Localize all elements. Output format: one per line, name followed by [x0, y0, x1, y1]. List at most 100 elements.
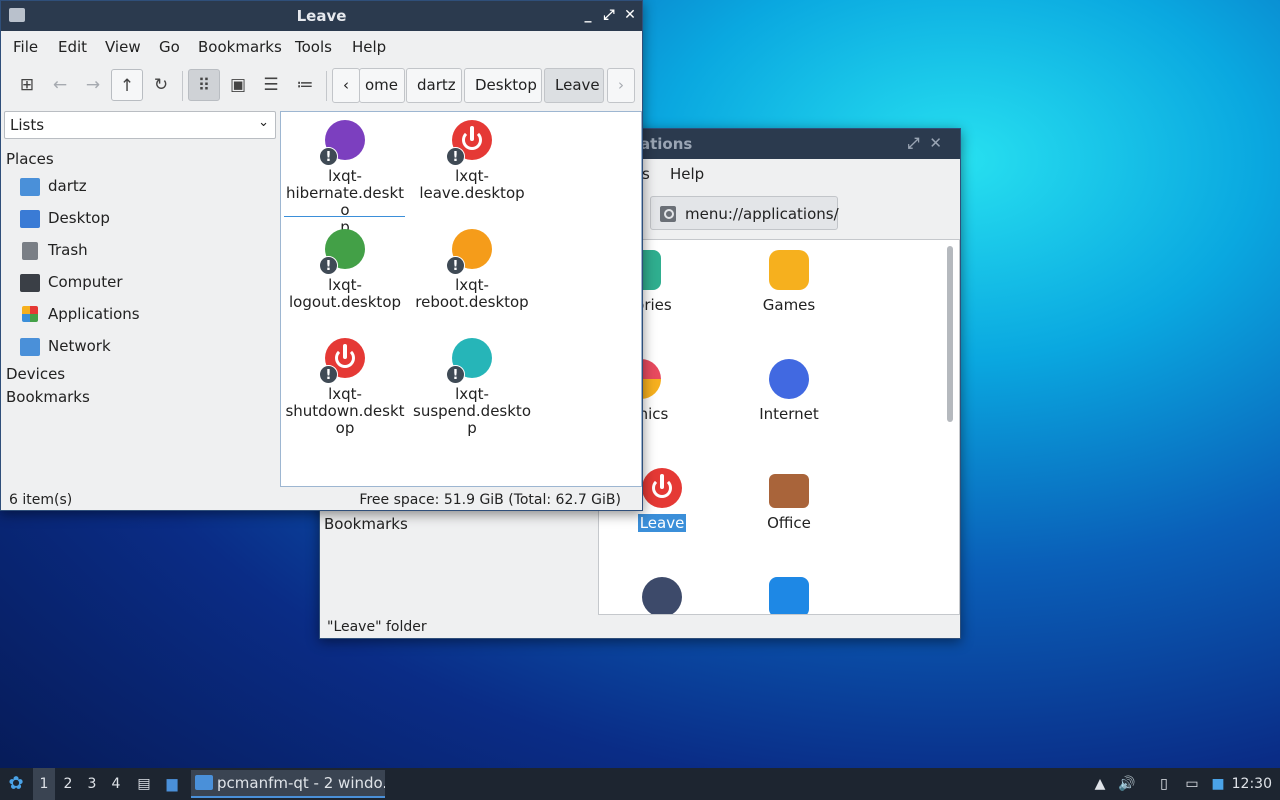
file-view[interactable]: ! lxqt- hibernate.deskto p ! lxqt- leave…	[280, 111, 642, 487]
breadcrumb-leave[interactable]: Leave	[544, 68, 604, 103]
warning-badge-icon: !	[319, 147, 338, 166]
app-internet[interactable]: Internet	[729, 359, 849, 423]
applications-grid[interactable]: essories Games raphics Internet Leave Of…	[598, 239, 960, 615]
close-button[interactable]: ✕	[620, 5, 640, 25]
menu-help[interactable]: Help	[352, 38, 386, 56]
file-name: lxqt- logout.desktop	[284, 277, 406, 311]
thumbnail-view-button[interactable]: ▣	[222, 69, 254, 101]
vertical-scrollbar[interactable]	[947, 246, 953, 422]
hibernate-icon: !	[319, 120, 365, 166]
compact-view-button[interactable]: ☰	[255, 69, 287, 101]
forward-button[interactable]: →	[77, 69, 109, 101]
file-item[interactable]: ! lxqt- logout.desktop	[284, 221, 406, 311]
workspace-3[interactable]: 3	[81, 768, 103, 800]
trash-icon	[22, 242, 38, 260]
internet-icon	[769, 359, 809, 399]
warning-badge-icon: !	[446, 256, 465, 275]
up-button[interactable]: ↑	[111, 69, 143, 101]
new-tab-button[interactable]: ⊞	[11, 69, 43, 101]
file-name-line: lxqt-	[455, 276, 489, 294]
menu-go[interactable]: Go	[159, 38, 180, 56]
back-button[interactable]: ←	[44, 69, 76, 101]
breadcrumb-dartz[interactable]: dartz	[406, 68, 462, 103]
app-other[interactable]	[602, 577, 722, 614]
sidebar-item-label: Network	[48, 337, 111, 355]
sidebar-item-label: Desktop	[48, 209, 110, 227]
desktop-icon	[20, 210, 40, 228]
selection-underline	[284, 216, 405, 217]
warning-badge-icon: !	[319, 256, 338, 275]
breadcrumb-scroll-left[interactable]: ‹	[332, 68, 360, 103]
menu-edit[interactable]: Edit	[58, 38, 87, 56]
show-desktop-icon[interactable]: ▆	[160, 768, 184, 800]
item-count: 6 item(s)	[9, 492, 73, 508]
volume-icon[interactable]: 🔊	[1117, 768, 1137, 800]
warning-badge-icon: !	[446, 147, 465, 166]
file-item[interactable]: ! lxqt- hibernate.deskto p	[284, 112, 406, 236]
clock[interactable]: 12:30	[1232, 768, 1272, 800]
file-item[interactable]: ! lxqt- reboot.desktop	[411, 221, 533, 311]
chevron-down-icon: ⌄	[258, 115, 269, 130]
file-name-line: lxqt-	[328, 167, 362, 185]
side-pane-mode-select[interactable]: Lists ⌄	[4, 111, 276, 139]
clipboard-icon[interactable]: ▯	[1154, 768, 1174, 800]
workspace-2[interactable]: 2	[57, 768, 79, 800]
lxqt-menu-icon[interactable]: ✿	[4, 768, 28, 800]
breadcrumb-scroll-right[interactable]: ›	[607, 68, 635, 103]
menu-tools[interactable]: Tools	[295, 38, 332, 56]
app-label: Internet	[759, 405, 819, 423]
app-settings[interactable]	[729, 577, 849, 614]
window-title: ations	[640, 135, 693, 153]
breadcrumb-home[interactable]: ome	[359, 68, 405, 103]
workspace-1[interactable]: 1	[33, 768, 55, 800]
other-icon	[642, 577, 682, 614]
leave-icon	[642, 468, 682, 508]
file-item[interactable]: ! lxqt- suspend.desktop	[411, 330, 533, 437]
devices-heading[interactable]: Devices	[6, 365, 65, 383]
workspace-4[interactable]: 4	[105, 768, 127, 800]
menu-file[interactable]: File	[13, 38, 38, 56]
file-item[interactable]: ! lxqt- leave.desktop	[411, 112, 533, 202]
taskbar: ✿ 1 2 3 4 ▤ ▆ pcmanfm-qt - 2 windo... ▲ …	[0, 768, 1280, 800]
menu-help[interactable]: Help	[670, 165, 704, 183]
file-name-line: op	[335, 419, 355, 437]
file-name-line: hibernate.deskto	[285, 184, 405, 219]
office-icon	[769, 474, 809, 508]
window-controls[interactable]: ⤢✕	[907, 134, 952, 152]
warning-badge-icon: !	[446, 365, 465, 384]
menu-view[interactable]: View	[105, 38, 141, 56]
leave-window[interactable]: Leave _ ⤢ ✕ File Edit View Go Bookmarks …	[0, 0, 643, 511]
menu-bookmarks[interactable]: Bookmarks	[198, 38, 282, 56]
tray-expand-icon[interactable]: ▲	[1090, 768, 1110, 800]
file-manager-launcher-icon[interactable]: ▤	[133, 768, 155, 800]
app-games[interactable]: Games	[729, 250, 849, 314]
side-pane: Lists ⌄ Places dartz Desktop Trash Compu…	[4, 111, 278, 487]
icon-view-button[interactable]: ⠿	[188, 69, 220, 101]
desktop: ations ⤢✕ s Help menu://applications/ Bo…	[0, 0, 1280, 800]
breadcrumb-desktop[interactable]: Desktop	[464, 68, 542, 103]
bookmarks-heading[interactable]: Bookmarks	[6, 388, 90, 406]
reload-button[interactable]: ↻	[145, 69, 177, 101]
app-label: Games	[762, 296, 816, 314]
menu-item[interactable]: s	[642, 165, 650, 183]
network-tray-icon[interactable]: ▭	[1181, 768, 1203, 800]
title-bar[interactable]: Leave _ ⤢ ✕	[1, 1, 642, 31]
app-label: Leave	[637, 514, 687, 532]
status-bar: "Leave" folder	[327, 619, 427, 635]
file-name-line: suspend.desktop	[413, 402, 531, 437]
path-location-button[interactable]: menu://applications/	[650, 196, 839, 230]
places-heading[interactable]: Places	[6, 150, 54, 168]
detailed-view-button[interactable]: ≔	[289, 69, 321, 101]
minimize-button[interactable]: _	[578, 5, 598, 25]
file-item[interactable]: ! lxqt- shutdown.deskt op	[284, 330, 406, 437]
side-pane-mode-value: Lists	[10, 116, 45, 134]
toolbar-separator	[326, 71, 327, 101]
sidebar-bookmarks[interactable]: Bookmarks	[324, 515, 408, 533]
games-icon	[769, 250, 809, 290]
sidebar-item-label: Trash	[48, 241, 88, 259]
maximize-button[interactable]: ⤢	[599, 5, 619, 25]
shutdown-icon: !	[319, 338, 365, 384]
app-office[interactable]: Office	[729, 468, 849, 532]
updates-icon[interactable]: ■	[1208, 768, 1228, 800]
task-button-pcmanfm[interactable]: pcmanfm-qt - 2 windo...	[191, 770, 385, 798]
